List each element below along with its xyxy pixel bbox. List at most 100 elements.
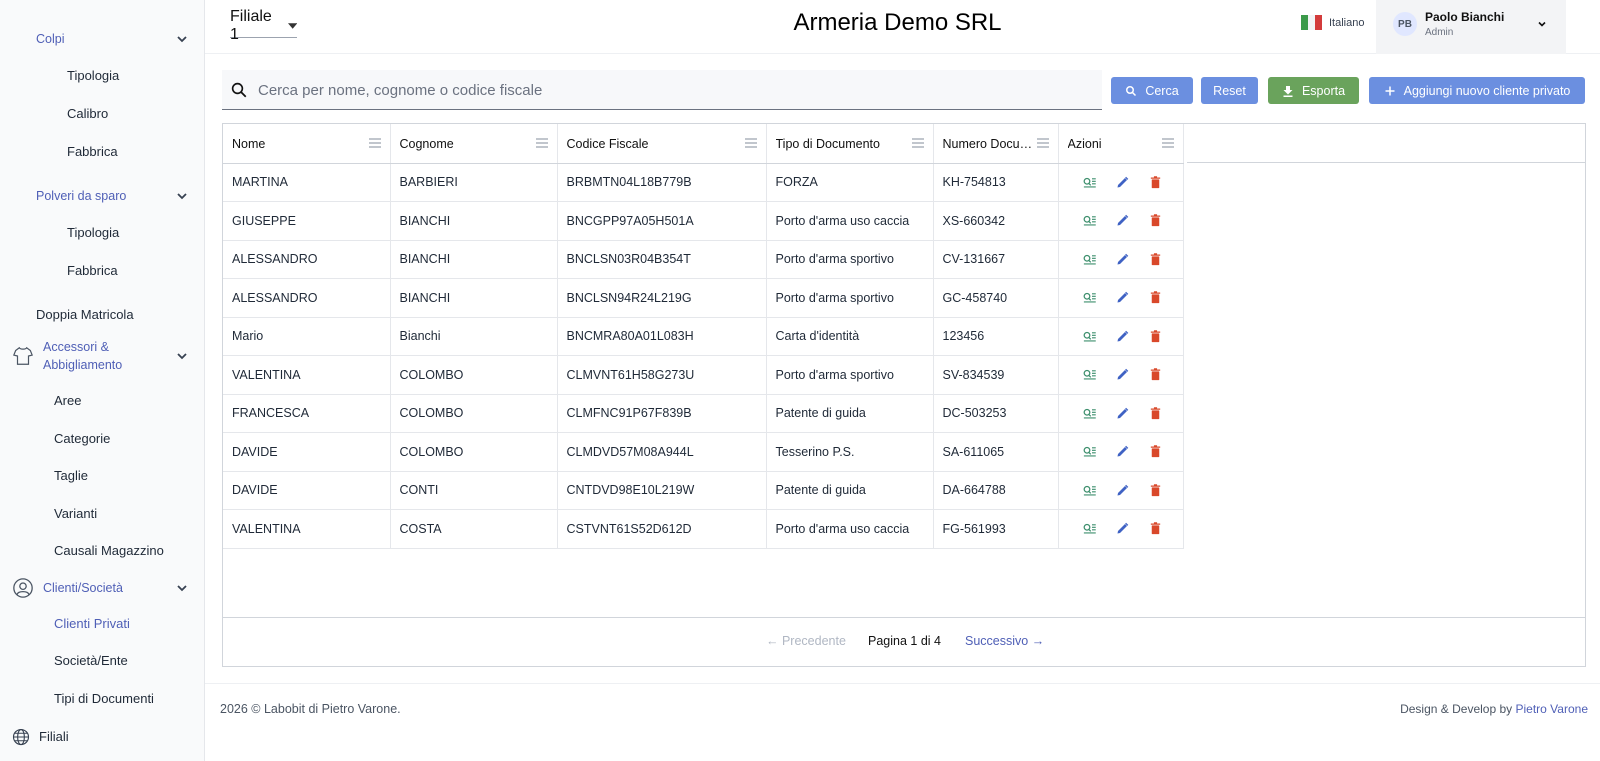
view-details-icon[interactable]	[1082, 406, 1097, 421]
delete-icon[interactable]	[1148, 329, 1163, 344]
delete-icon[interactable]	[1148, 483, 1163, 498]
search-button-label: Cerca	[1145, 83, 1179, 98]
sidebar-item-societa[interactable]: Società/Ente	[0, 651, 205, 669]
cell-codice-fiscale: CLMFNC91P67F839B	[557, 394, 767, 433]
view-details-icon[interactable]	[1082, 252, 1097, 267]
cell-codice-fiscale: BRBMTN04L18B779B	[557, 163, 767, 202]
footer: 2026 © Labobit di Pietro Varone. Design …	[205, 683, 1600, 761]
reset-button[interactable]: Reset	[1201, 77, 1258, 104]
edit-icon[interactable]	[1115, 290, 1130, 305]
credit-prefix: Design & Develop by	[1400, 702, 1513, 716]
cell-numero-documento: DA-664788	[933, 471, 1059, 510]
sidebar-group-label: Accessori &	[43, 340, 109, 354]
edit-icon[interactable]	[1115, 252, 1130, 267]
edit-icon[interactable]	[1115, 175, 1130, 190]
cell-azioni	[1058, 317, 1184, 356]
export-button[interactable]: Esporta	[1268, 77, 1359, 104]
column-header-numero-documento[interactable]: Numero Documento	[933, 124, 1059, 164]
cell-codice-fiscale: BNCLSN94R24L219G	[557, 278, 767, 318]
cell-azioni	[1058, 471, 1184, 510]
search-button[interactable]: Cerca	[1111, 77, 1193, 104]
column-header-tipo-documento[interactable]: Tipo di Documento	[766, 124, 934, 164]
column-header-cognome[interactable]: Cognome	[390, 124, 558, 164]
view-details-icon[interactable]	[1082, 444, 1097, 459]
sidebar-item-polveri-tipologia[interactable]: Tipologia	[0, 223, 205, 241]
sidebar-item-taglie[interactable]: Taglie	[0, 466, 205, 484]
sidebar-group-accessori[interactable]: Accessori & Abbigliamento	[0, 338, 205, 374]
row-actions	[1068, 290, 1183, 305]
sidebar-item-colpi-fabbrica[interactable]: Fabbrica	[0, 142, 205, 160]
search-input[interactable]	[258, 78, 1088, 102]
edit-icon[interactable]	[1115, 406, 1130, 421]
sidebar-item-doppia-matricola[interactable]: Doppia Matricola	[0, 305, 205, 323]
reset-button-label: Reset	[1213, 83, 1246, 98]
column-menu-icon[interactable]	[1036, 138, 1050, 148]
edit-icon[interactable]	[1115, 213, 1130, 228]
cell-azioni	[1058, 240, 1184, 279]
view-details-icon[interactable]	[1082, 290, 1097, 305]
delete-icon[interactable]	[1148, 367, 1163, 382]
credit-link[interactable]: Pietro Varone	[1516, 702, 1589, 716]
view-details-icon[interactable]	[1082, 483, 1097, 498]
view-details-icon[interactable]	[1082, 521, 1097, 536]
edit-icon[interactable]	[1115, 329, 1130, 344]
delete-icon[interactable]	[1148, 406, 1163, 421]
column-header-nome[interactable]: Nome	[223, 124, 391, 164]
sidebar-item-colpi-tipologia[interactable]: Tipologia	[0, 66, 205, 84]
sidebar-item-label: Aree	[54, 392, 82, 408]
user-menu[interactable]: PB Paolo Bianchi Admin	[1376, 0, 1566, 54]
sidebar-item-label: Tipi di Documenti	[54, 690, 154, 706]
column-menu-icon[interactable]	[1161, 138, 1175, 148]
sidebar-item-tipi-documenti[interactable]: Tipi di Documenti	[0, 689, 205, 707]
search-bar	[222, 70, 1102, 110]
shirt-icon	[13, 346, 33, 365]
view-details-icon[interactable]	[1082, 367, 1097, 382]
next-page-button[interactable]: Successivo →	[965, 634, 1044, 648]
cell-tipo-documento: Porto d'arma uso caccia	[766, 201, 934, 241]
add-private-client-button[interactable]: Aggiungi nuovo cliente privato	[1369, 77, 1585, 104]
delete-icon[interactable]	[1148, 521, 1163, 536]
edit-icon[interactable]	[1115, 521, 1130, 536]
sidebar-item-colpi-calibro[interactable]: Calibro	[0, 104, 205, 122]
view-details-icon[interactable]	[1082, 213, 1097, 228]
column-menu-icon[interactable]	[368, 138, 382, 148]
sidebar-item-categorie[interactable]: Categorie	[0, 429, 205, 447]
language-selector[interactable]: Italiano	[1301, 15, 1364, 30]
delete-icon[interactable]	[1148, 290, 1163, 305]
delete-icon[interactable]	[1148, 213, 1163, 228]
column-menu-icon[interactable]	[535, 138, 549, 148]
cell-azioni	[1058, 201, 1184, 241]
sidebar-group-clienti[interactable]: Clienti/Società	[0, 576, 205, 600]
cell-tipo-documento: Carta d'identità	[766, 317, 934, 356]
table-row: FRANCESCA COLOMBO CLMFNC91P67F839B Patente …	[223, 394, 1184, 433]
edit-icon[interactable]	[1115, 444, 1130, 459]
column-menu-icon[interactable]	[744, 138, 758, 148]
column-header-azioni[interactable]: Azioni	[1058, 124, 1184, 164]
sidebar-item-clienti-privati[interactable]: Clienti Privati	[0, 614, 205, 632]
sidebar-group-colpi[interactable]: Colpi	[0, 30, 205, 48]
row-actions	[1068, 213, 1183, 228]
delete-icon[interactable]	[1148, 175, 1163, 190]
cell-tipo-documento: Porto d'arma uso caccia	[766, 509, 934, 549]
edit-icon[interactable]	[1115, 483, 1130, 498]
sidebar-item-polveri-fabbrica[interactable]: Fabbrica	[0, 261, 205, 279]
edit-icon[interactable]	[1115, 367, 1130, 382]
sidebar-item-aree[interactable]: Aree	[0, 391, 205, 409]
table-row: MARTINA BARBIERI BRBMTN04L18B779B FORZA KH-7…	[223, 163, 1184, 202]
view-details-icon[interactable]	[1082, 175, 1097, 190]
sidebar-item-filiali[interactable]: Filiali	[0, 724, 205, 748]
sidebar-item-causali[interactable]: Causali Magazzino	[0, 541, 205, 559]
column-menu-icon[interactable]	[911, 138, 925, 148]
delete-icon[interactable]	[1148, 252, 1163, 267]
sidebar-group-polveri[interactable]: Polveri da sparo	[0, 187, 205, 205]
view-details-icon[interactable]	[1082, 329, 1097, 344]
previous-page-button[interactable]: ← Precedente	[766, 634, 846, 648]
sidebar-item-label: Società/Ente	[54, 652, 128, 668]
sidebar-item-label: Clienti Privati	[54, 615, 130, 631]
column-header-codice-fiscale[interactable]: Codice Fiscale	[557, 124, 767, 164]
top-header: Filiale 1 Armeria Demo SRL Italiano PB P…	[205, 0, 1600, 54]
cell-nome: DAVIDE	[223, 471, 391, 510]
cell-codice-fiscale: BNCMRA80A01L083H	[557, 317, 767, 356]
delete-icon[interactable]	[1148, 444, 1163, 459]
sidebar-item-varianti[interactable]: Varianti	[0, 504, 205, 522]
